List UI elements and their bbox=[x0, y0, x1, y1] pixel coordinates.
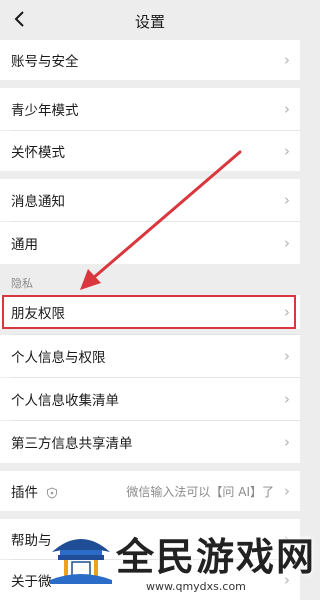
section-caption-privacy: 隐私 bbox=[11, 277, 33, 290]
item-label: 插件 bbox=[11, 485, 38, 501]
item-label: 朋友权限 bbox=[11, 306, 65, 322]
settings-item-notifications[interactable]: 消息通知 › bbox=[0, 179, 300, 221]
chevron-right-icon: › bbox=[284, 51, 290, 69]
item-label: 第三方信息共享清单 bbox=[11, 436, 133, 452]
settings-item-about[interactable]: 关于微 › bbox=[0, 560, 300, 600]
settings-item-plugins[interactable]: 插件 微信输入法可以【问 AI】了 › bbox=[0, 471, 300, 511]
settings-item-general[interactable]: 通用 › bbox=[0, 222, 300, 264]
settings-item-help[interactable]: 帮助与 › bbox=[0, 519, 300, 559]
item-label: 消息通知 bbox=[11, 194, 65, 210]
item-label: 关怀模式 bbox=[11, 145, 65, 161]
chevron-right-icon: › bbox=[284, 390, 290, 408]
item-label: 账号与安全 bbox=[11, 54, 79, 70]
chevron-right-icon: › bbox=[284, 303, 290, 321]
settings-item-third-party-sharing[interactable]: 第三方信息共享清单 › bbox=[0, 421, 300, 463]
top-navigation-bar: 设置 bbox=[0, 0, 300, 40]
chevron-right-icon: › bbox=[284, 433, 290, 451]
plugin-status-text: 微信输入法可以【问 AI】了 bbox=[126, 484, 274, 499]
chevron-right-icon: › bbox=[284, 482, 290, 500]
settings-item-care-mode[interactable]: 关怀模式 › bbox=[0, 131, 300, 171]
item-label: 个人信息收集清单 bbox=[11, 393, 119, 409]
chevron-right-icon: › bbox=[284, 142, 290, 160]
chevron-right-icon: › bbox=[284, 234, 290, 252]
chevron-right-icon: › bbox=[284, 347, 290, 365]
shield-icon bbox=[46, 484, 58, 499]
settings-item-account-security[interactable]: 账号与安全 › bbox=[0, 40, 300, 80]
item-label: 帮助与 bbox=[11, 533, 52, 549]
page-title: 设置 bbox=[134, 13, 165, 31]
chevron-right-icon: › bbox=[284, 100, 290, 118]
chevron-right-icon: › bbox=[284, 571, 290, 589]
settings-item-personal-info-collection[interactable]: 个人信息收集清单 › bbox=[0, 378, 300, 420]
item-label: 关于微 bbox=[11, 574, 52, 590]
settings-item-friend-permissions[interactable]: 朋友权限 › bbox=[0, 295, 300, 329]
settings-item-teen-mode[interactable]: 青少年模式 › bbox=[0, 88, 300, 130]
item-label: 青少年模式 bbox=[11, 103, 79, 119]
chevron-right-icon: › bbox=[284, 191, 290, 209]
chevron-right-icon: › bbox=[284, 530, 290, 548]
settings-item-personal-info-permissions[interactable]: 个人信息与权限 › bbox=[0, 335, 300, 377]
item-label: 个人信息与权限 bbox=[11, 350, 106, 366]
item-label: 通用 bbox=[11, 237, 38, 253]
